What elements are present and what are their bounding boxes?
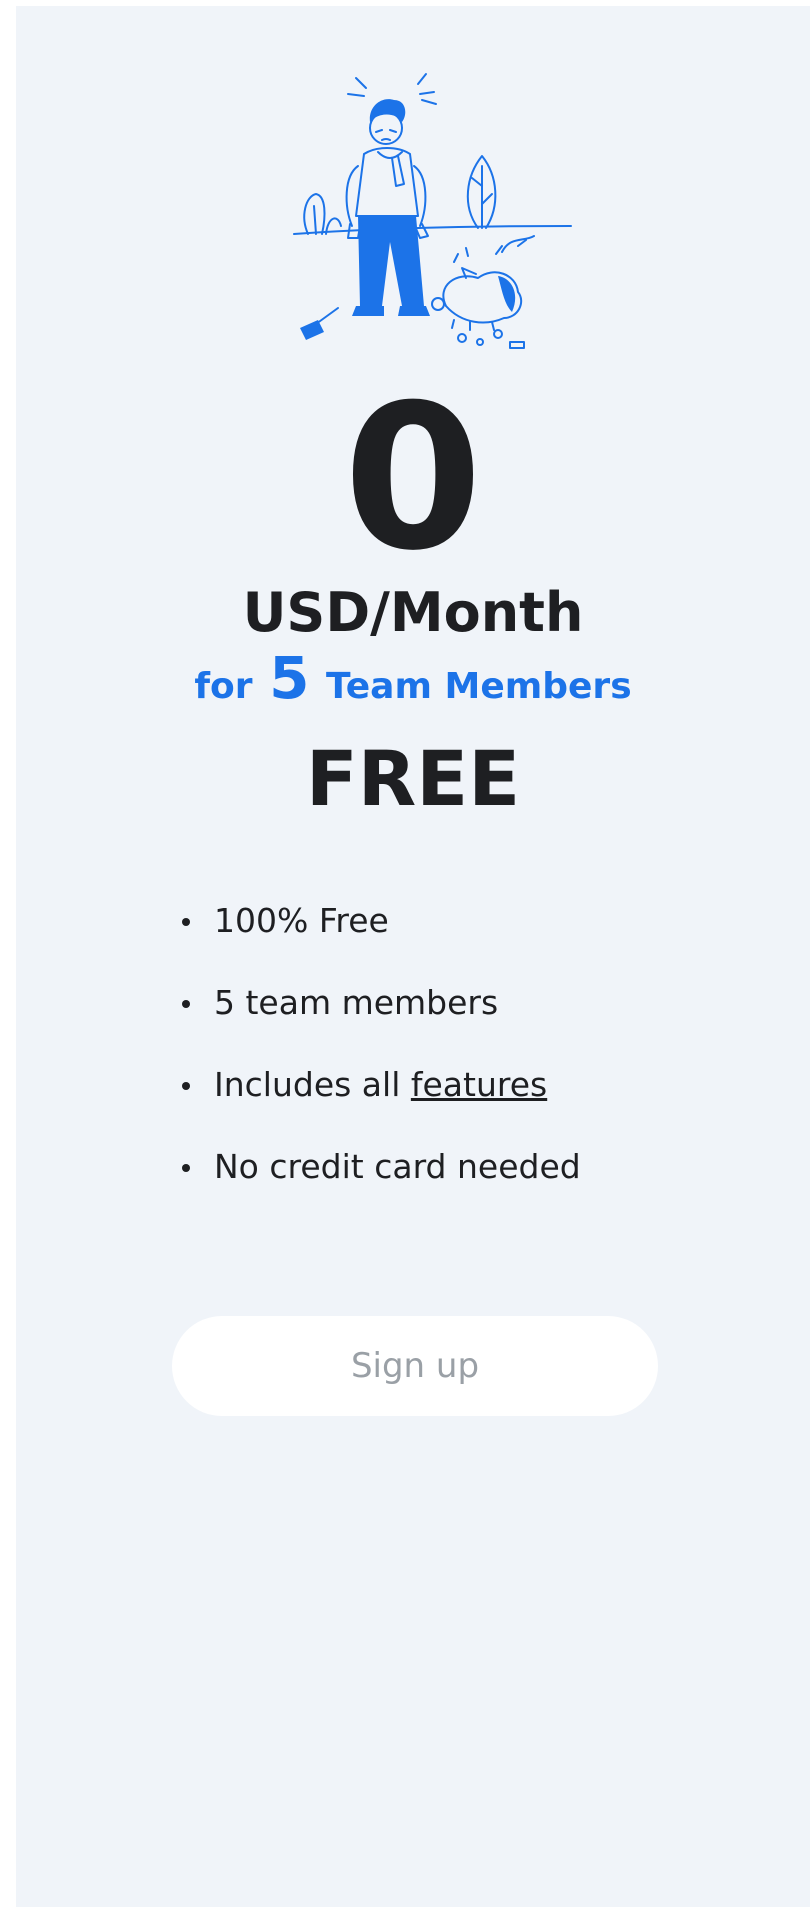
feature-item: No credit card needed xyxy=(182,1147,581,1229)
price-amount: 0 xyxy=(343,362,483,595)
members-prefix: for xyxy=(194,666,253,707)
broke-person-piggy-bank-illustration xyxy=(293,73,572,349)
feature-list: 100% Free 5 team members Includes all fe… xyxy=(182,901,581,1229)
signup-button[interactable]: Sign up xyxy=(172,1316,658,1416)
plan-name: FREE xyxy=(305,734,521,823)
feature-text: Includes all xyxy=(214,1065,411,1104)
price-unit: USD/Month xyxy=(242,581,584,644)
feature-item: Includes all features xyxy=(182,1065,581,1147)
members-suffix: Team Members xyxy=(325,666,632,707)
features-link[interactable]: features xyxy=(411,1065,547,1104)
feature-item: 100% Free xyxy=(182,901,581,983)
feature-item: 5 team members xyxy=(182,983,581,1065)
feature-text: 5 team members xyxy=(214,983,499,1022)
feature-text: 100% Free xyxy=(214,901,389,940)
team-members-line: for 5 Team Members xyxy=(16,646,810,719)
pricing-card: 0 USD/Month for 5 Team Members FREE 100%… xyxy=(16,6,810,1907)
feature-text: No credit card needed xyxy=(214,1147,581,1186)
members-count: 5 xyxy=(269,644,310,712)
